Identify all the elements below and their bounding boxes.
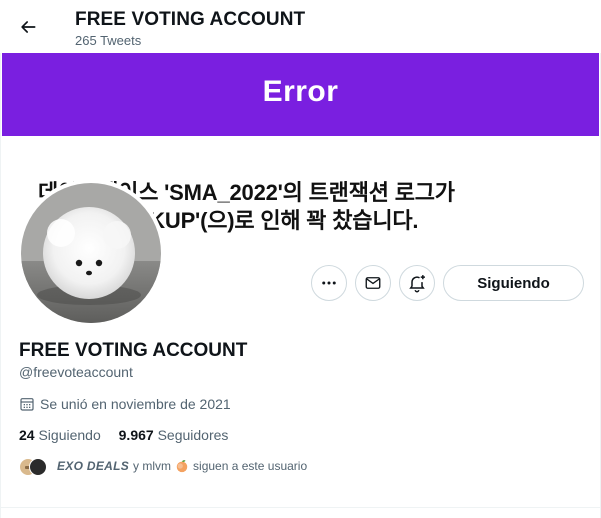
followed-by-row[interactable]: EXO DEALS y mlvm siguen a este usuario (19, 457, 308, 476)
bell-plus-icon (409, 275, 425, 293)
following-stat[interactable]: 24 Siguiendo (19, 427, 101, 443)
following-label: Siguiendo (38, 427, 101, 443)
follower-name-1: EXO DEALS (57, 459, 130, 473)
followers-stat[interactable]: 9.967 Seguidores (119, 427, 229, 443)
header-title: FREE VOTING ACCOUNT (75, 9, 306, 30)
follower-avatars (19, 457, 47, 476)
following-button[interactable]: Siguiendo (443, 265, 584, 301)
user-handle: @freevoteaccount (19, 364, 133, 380)
calendar-icon (19, 396, 35, 412)
back-arrow-icon (21, 21, 36, 33)
profile-avatar[interactable] (17, 179, 165, 327)
notifications-button[interactable] (399, 265, 435, 301)
follow-stats: 24 Siguiendo 9.967 Seguidores (19, 427, 242, 443)
profile-header: FREE VOTING ACCOUNT 265 Tweets (0, 0, 601, 53)
more-icon (322, 281, 336, 285)
more-button[interactable] (311, 265, 347, 301)
pomeranian-photo-avatar (21, 183, 161, 323)
envelope-icon (365, 277, 381, 289)
join-date: Se unió en noviembre de 2021 (19, 396, 231, 412)
peach-emoji-icon (175, 459, 189, 473)
back-button[interactable] (13, 12, 43, 42)
follower-avatar-2 (29, 458, 47, 476)
tabs-divider (0, 507, 601, 508)
follower-connector: y mlvm (133, 459, 172, 473)
left-border (0, 0, 1, 518)
banner-error-text: Error (262, 75, 339, 108)
display-name: FREE VOTING ACCOUNT (19, 340, 248, 361)
tweet-count: 265 Tweets (75, 33, 142, 48)
join-date-text: Se unió en noviembre de 2021 (40, 396, 231, 412)
message-button[interactable] (355, 265, 391, 301)
followers-count: 9.967 (118, 427, 154, 443)
following-count: 24 (19, 427, 35, 443)
followers-label: Seguidores (157, 427, 229, 443)
followed-by-suffix: siguen a este usuario (193, 459, 308, 473)
